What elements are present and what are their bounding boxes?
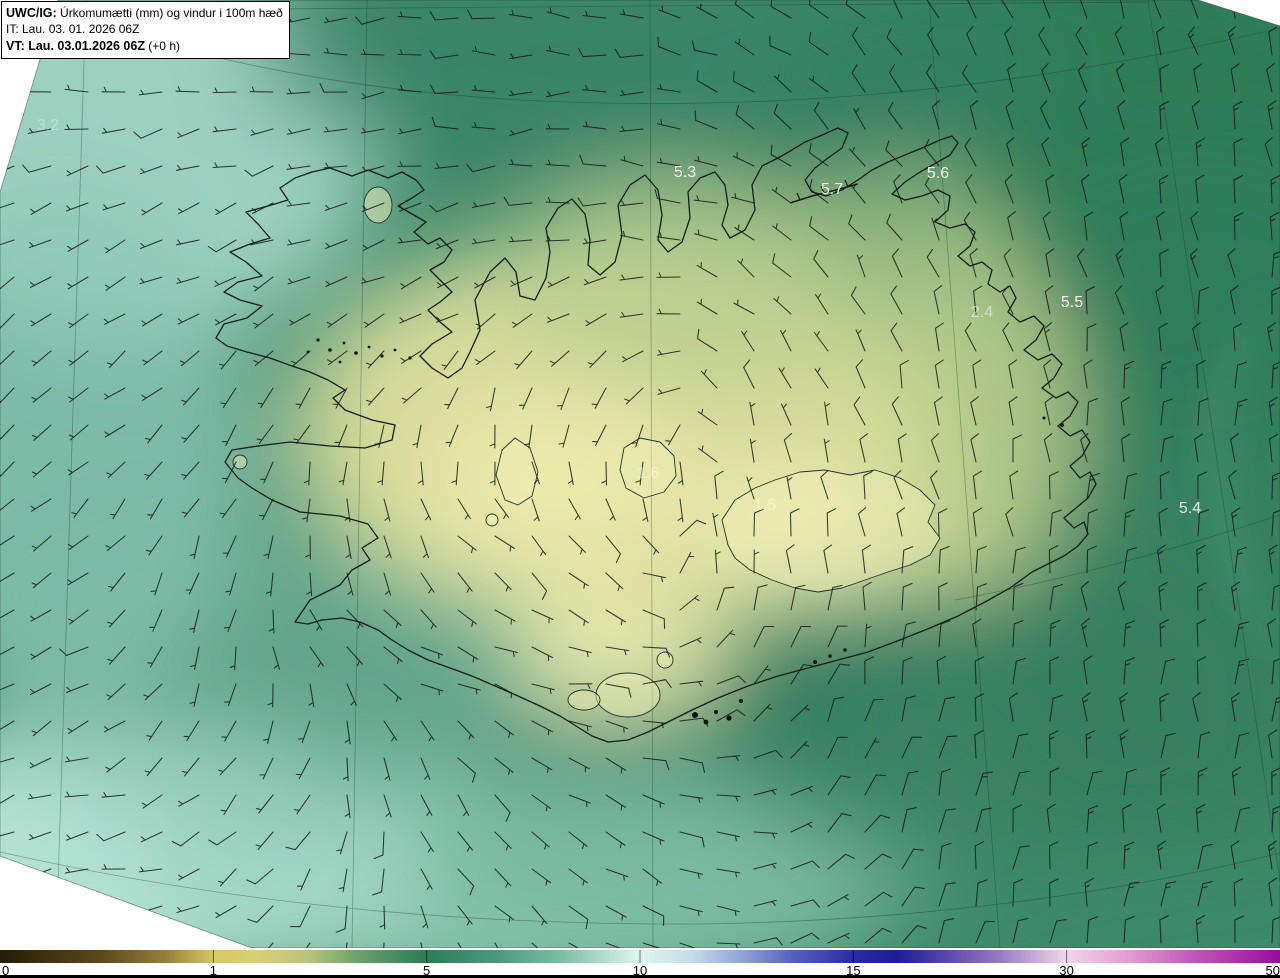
model-id: UWC/IG: bbox=[6, 6, 57, 20]
valid-time-line: VT: Lau. 03.01.2026 06Z (+0 h) bbox=[6, 38, 283, 55]
colorbar bbox=[0, 950, 1280, 963]
forecast-map: 5.3 5.7 5.6 2.4 5.5 5.4 1.6 1.5 3.2 bbox=[0, 0, 1280, 948]
lead-time: (+0 h) bbox=[144, 38, 180, 53]
field-label-5.4: 5.4 bbox=[1179, 500, 1201, 517]
field-label-2.4: 2.4 bbox=[971, 304, 993, 321]
weather-map-frame: 5.3 5.7 5.6 2.4 5.5 5.4 1.6 1.5 3.2 UWC/IG: Úrko… bbox=[0, 0, 1280, 978]
init-time: IT: Lau. 03. 01. 2026 06Z bbox=[6, 21, 140, 36]
variable-description: Úrkomumætti (mm) og vindur i 100m hæð bbox=[56, 6, 283, 20]
title-line-1: UWC/IG: Úrkomumætti (mm) og vindur i 100… bbox=[6, 5, 283, 22]
colorbar-wrap: 0 1 5 10 15 30 50 bbox=[0, 950, 1280, 978]
field-label-5.6: 5.6 bbox=[927, 165, 949, 182]
field-label-5.7: 5.7 bbox=[821, 181, 843, 198]
valid-time: VT: Lau. 03.01.2026 06Z bbox=[6, 38, 145, 53]
field-label-5.3: 5.3 bbox=[674, 164, 696, 181]
field-label-3.2: 3.2 bbox=[37, 117, 59, 134]
field-label-1.6: 1.6 bbox=[637, 465, 659, 482]
title-box: UWC/IG: Úrkomumætti (mm) og vindur i 100… bbox=[1, 1, 290, 60]
field-label-1.5: 1.5 bbox=[754, 497, 776, 514]
field-label-5.5: 5.5 bbox=[1061, 294, 1083, 311]
